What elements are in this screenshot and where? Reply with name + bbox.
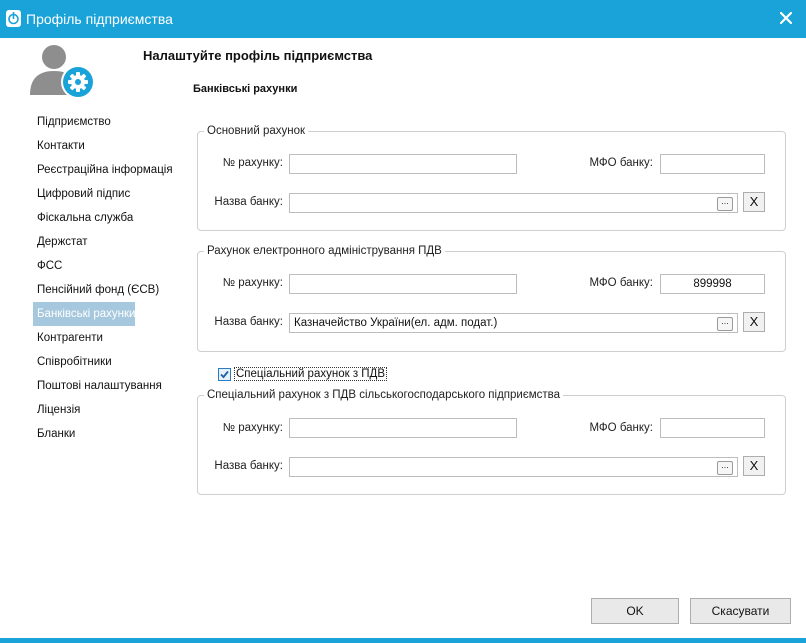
account-number-label: № рахунку: bbox=[222, 157, 283, 169]
vat-account-number-input[interactable] bbox=[289, 274, 517, 294]
sidebar-item-digital-signature[interactable]: Цифровий підпис bbox=[33, 182, 143, 206]
checkbox-box[interactable] bbox=[218, 368, 231, 381]
sidebar-item-forms[interactable]: Бланки bbox=[33, 422, 143, 446]
title-bar: Профіль підприємства bbox=[0, 0, 806, 38]
app-logo-icon bbox=[6, 10, 21, 27]
mfo-label: МФО банку: bbox=[589, 157, 653, 169]
browse-button[interactable]: ... bbox=[717, 317, 733, 331]
vat-account-group: Рахунок електронного адміністрування ПДВ bbox=[197, 245, 786, 352]
mfo-label: МФО банку: bbox=[589, 422, 653, 434]
bank-name-value: Казначейство України(ел. адм. подат.) bbox=[294, 317, 498, 329]
agri-account-number-input[interactable] bbox=[289, 418, 517, 438]
main-account-number-input[interactable] bbox=[289, 154, 517, 174]
sidebar-item-bank-accounts[interactable]: Банківські рахунки bbox=[33, 302, 135, 326]
main-account-group: Основний рахунок bbox=[197, 125, 786, 231]
sidebar-item-license[interactable]: Ліцензія bbox=[33, 398, 143, 422]
group-legend: Рахунок електронного адміністрування ПДВ bbox=[207, 245, 442, 257]
close-icon[interactable] bbox=[776, 8, 796, 28]
ok-button[interactable]: OK bbox=[591, 598, 679, 624]
sidebar-item-enterprise[interactable]: Підприємство bbox=[33, 110, 143, 134]
sidebar-item-employees[interactable]: Співробітники bbox=[33, 350, 143, 374]
main-bank-name-input[interactable]: ... bbox=[289, 193, 738, 213]
checkbox-label[interactable]: Спеціальний рахунок з ПДВ bbox=[234, 367, 388, 381]
sidebar-item-counterparties[interactable]: Контрагенти bbox=[33, 326, 143, 350]
agri-account-group: Спеціальний рахунок з ПДВ сільськогоспод… bbox=[197, 389, 786, 495]
bank-name-label: Назва банку: bbox=[214, 460, 283, 472]
window-border bbox=[0, 638, 806, 643]
sidebar-item-fiscal-service[interactable]: Фіскальна служба bbox=[33, 206, 143, 230]
sidebar-item-fss[interactable]: ФСС bbox=[33, 254, 143, 278]
sidebar-item-contacts[interactable]: Контакти bbox=[33, 134, 143, 158]
main-mfo-input[interactable] bbox=[660, 154, 765, 174]
group-legend: Основний рахунок bbox=[207, 125, 306, 137]
sidebar-item-pension-fund[interactable]: Пенсійний фонд (ЄСВ) bbox=[33, 278, 159, 302]
vat-mfo-input[interactable]: 899998 bbox=[660, 274, 765, 294]
sidebar-item-registration[interactable]: Реєстраційна інформація bbox=[33, 158, 173, 182]
account-number-label: № рахунку: bbox=[222, 277, 283, 289]
bank-name-label: Назва банку: bbox=[214, 316, 283, 328]
clear-bank-button[interactable]: X bbox=[743, 456, 765, 476]
agri-mfo-input[interactable] bbox=[660, 418, 765, 438]
browse-button[interactable]: ... bbox=[717, 461, 733, 475]
agri-bank-name-input[interactable]: ... bbox=[289, 457, 738, 477]
sidebar-nav: Підприємство Контакти Реєстраційна інфор… bbox=[33, 110, 173, 446]
vat-bank-name-input[interactable]: Казначейство України(ел. адм. подат.) ..… bbox=[289, 313, 738, 333]
section-title: Банківські рахунки bbox=[193, 83, 298, 95]
browse-button[interactable]: ... bbox=[717, 197, 733, 211]
clear-bank-button[interactable]: X bbox=[743, 312, 765, 332]
window-title: Профіль підприємства bbox=[26, 11, 173, 27]
group-legend: Спеціальний рахунок з ПДВ сільськогоспод… bbox=[207, 389, 561, 401]
page-title: Налаштуйте профіль підприємства bbox=[143, 48, 373, 63]
bank-name-label: Назва банку: bbox=[214, 196, 283, 208]
sidebar-item-mail-settings[interactable]: Поштові налаштування bbox=[33, 374, 162, 398]
cancel-button[interactable]: Скасувати bbox=[690, 598, 791, 624]
profile-settings-icon bbox=[30, 43, 98, 101]
sidebar-item-derzhstat[interactable]: Держстат bbox=[33, 230, 143, 254]
account-number-label: № рахунку: bbox=[222, 422, 283, 434]
mfo-label: МФО банку: bbox=[589, 277, 653, 289]
clear-bank-button[interactable]: X bbox=[743, 192, 765, 212]
